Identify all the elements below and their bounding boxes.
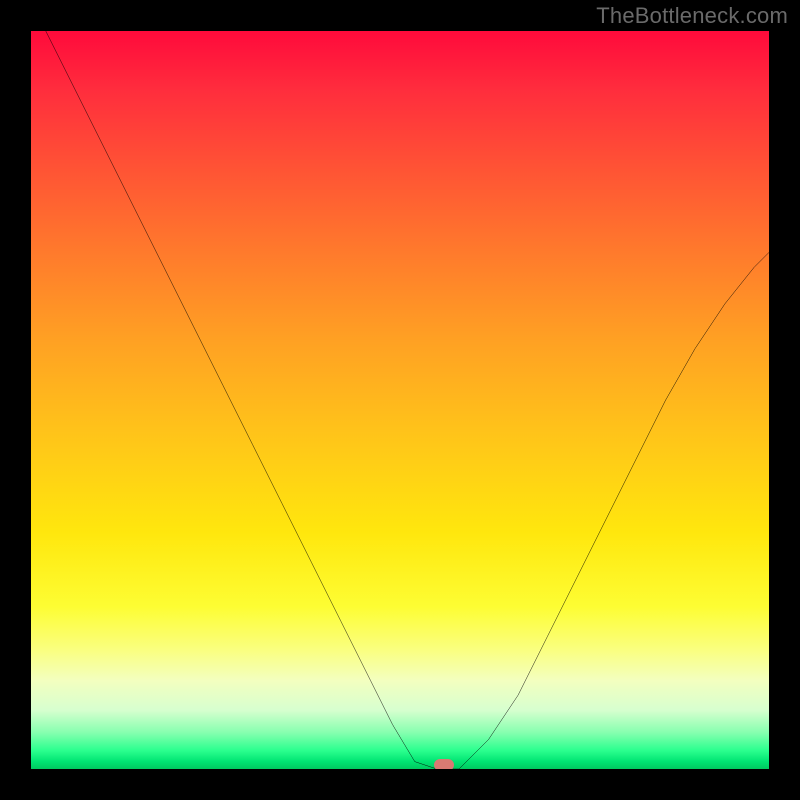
bottleneck-curve	[31, 31, 769, 769]
chart-container: TheBottleneck.com	[0, 0, 800, 800]
plot-area	[31, 31, 769, 769]
optimal-point-marker	[434, 759, 454, 769]
attribution-text: TheBottleneck.com	[596, 3, 788, 29]
